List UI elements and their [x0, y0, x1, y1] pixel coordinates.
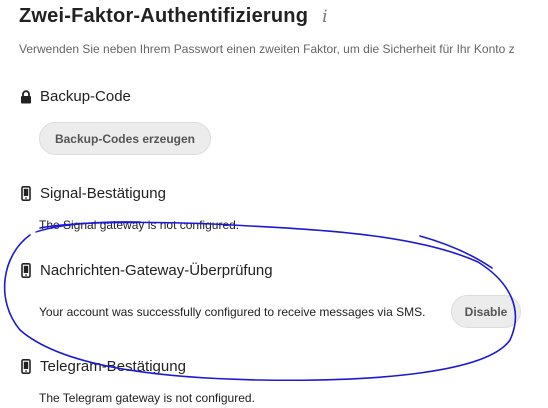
annotation-loop: [3, 221, 517, 382]
sms-status-text: Your account was successfully configured…: [39, 305, 426, 319]
backup-code-section-header: Backup-Code: [19, 88, 131, 105]
phone-icon: [19, 359, 33, 375]
title-row: Zwei-Faktor-Authentifizierung i: [19, 5, 328, 28]
page-title: Zwei-Faktor-Authentifizierung: [19, 5, 309, 27]
two-factor-settings-page: Zwei-Faktor-Authentifizierung i Verwende…: [0, 0, 548, 408]
telegram-status-text: The Telegram gateway is not configured.: [39, 391, 255, 405]
lock-icon: [19, 89, 33, 105]
disable-sms-button[interactable]: Disable: [451, 295, 521, 328]
annotation-tail: [419, 235, 493, 269]
backup-code-title: Backup-Code: [40, 88, 131, 105]
telegram-section-header: Telegram-Bestätigung: [19, 358, 186, 375]
info-icon[interactable]: i: [322, 7, 327, 27]
phone-icon: [19, 186, 33, 202]
phone-icon: [19, 263, 33, 279]
signal-section-header: Signal-Bestätigung: [19, 185, 166, 202]
signal-verification-title: Signal-Bestätigung: [40, 185, 166, 202]
generate-backup-codes-button[interactable]: Backup-Codes erzeugen: [39, 122, 211, 155]
sms-gateway-title: Nachrichten-Gateway-Überprüfung: [40, 262, 273, 279]
signal-status-text: The Signal gateway is not configured.: [39, 218, 240, 232]
sms-gateway-section-header: Nachrichten-Gateway-Überprüfung: [19, 262, 273, 279]
page-subtitle: Verwenden Sie neben Ihrem Passwort einen…: [19, 42, 515, 56]
hand-drawn-annotation: [3, 221, 517, 382]
telegram-verification-title: Telegram-Bestätigung: [40, 358, 186, 375]
